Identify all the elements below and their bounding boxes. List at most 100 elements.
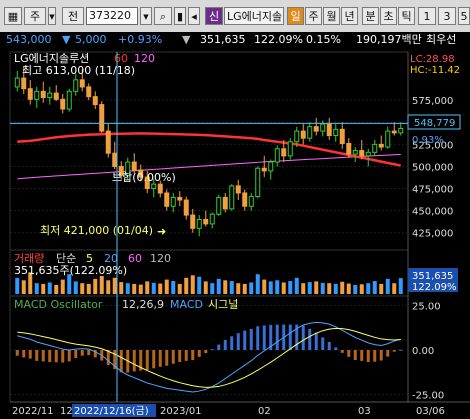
volume-bar	[164, 279, 169, 294]
more-button[interactable]: 5	[458, 7, 470, 25]
period-button-week[interactable]: 주	[305, 7, 322, 25]
candle-body	[255, 167, 261, 198]
macd-histogram-bar	[15, 350, 19, 356]
macd-histogram-bar	[347, 350, 351, 357]
macd-tick-label: 25.00	[412, 301, 441, 312]
candle-body	[385, 130, 391, 148]
candle-body	[53, 92, 59, 100]
volume-bar	[359, 284, 364, 294]
price-change: 5,000	[75, 33, 107, 46]
interval-3-button[interactable]: 3	[438, 7, 456, 25]
volume-bar	[210, 283, 215, 294]
period-button-year[interactable]: 년	[341, 7, 358, 25]
volume-ma60: 60	[128, 252, 142, 265]
interval-1-button[interactable]: 1	[418, 7, 436, 25]
period-button-month[interactable]: 월	[323, 7, 340, 25]
search-icon[interactable]: ⌕	[154, 7, 172, 25]
macd-histogram-bar	[48, 350, 52, 362]
price-tick-label: 500,000	[412, 162, 453, 173]
chevron-down-icon[interactable]: ▼	[48, 7, 56, 25]
candle-body	[92, 96, 98, 106]
volume-bar	[171, 281, 176, 294]
macd-histogram-bar	[399, 349, 403, 351]
candle-body	[209, 213, 215, 225]
current-pct-label: 0.93%	[412, 135, 444, 146]
macd-histogram-bar	[373, 350, 377, 362]
candle-body	[86, 86, 92, 98]
dropdown-icon[interactable]: ▼	[182, 32, 190, 48]
quote-bar: 543,000 ▼ 5,000 +0.93% ▼ 351,635 122.09%…	[0, 32, 470, 48]
period-button-day[interactable]: 일	[287, 7, 304, 25]
turnover-rate: 0.15%	[306, 33, 341, 46]
x-label-03: 03	[358, 406, 371, 417]
volume-bar	[275, 280, 280, 294]
macd-histogram-bar	[171, 350, 175, 364]
volume-bar	[158, 283, 163, 294]
period-button-minute[interactable]: 분	[362, 7, 379, 25]
period-button-tick[interactable]: 틱	[398, 7, 415, 25]
trade-amount: 190,197백만	[356, 33, 422, 46]
prev-icon[interactable]: ◂	[188, 7, 200, 25]
macd-histogram-bar	[165, 350, 169, 366]
macd-histogram-bar	[41, 350, 45, 362]
macd-histogram-bar	[22, 350, 26, 358]
price-tick-label: 450,000	[412, 207, 453, 218]
volume-bar	[268, 281, 273, 294]
volume-bar	[236, 283, 241, 294]
code-dropdown-icon[interactable]: ▼	[140, 7, 152, 25]
volume-bar	[60, 279, 65, 294]
candle-body	[281, 148, 287, 157]
x-label-02: 02	[258, 406, 271, 417]
macd-histogram-bar	[210, 349, 214, 351]
candle-body	[229, 185, 235, 210]
volume-bar	[333, 283, 338, 294]
x-label-12: 12	[60, 406, 73, 417]
macd-histogram-bar	[314, 332, 318, 350]
low-label: 최저 421,000 (01/04)	[40, 224, 153, 237]
macd-osc-title: MACD Oscillator	[14, 298, 103, 311]
macd-histogram-bar	[197, 350, 201, 357]
volume-bar	[197, 276, 202, 294]
volume-bar	[320, 282, 325, 294]
code-input[interactable]: 373220	[86, 7, 138, 25]
price-tick-label: 475,000	[412, 185, 453, 196]
candle-body	[352, 150, 358, 155]
stock-chart[interactable]: 575,000550,000525,000500,000475,000450,0…	[0, 48, 470, 419]
new-button[interactable]: 신	[205, 7, 223, 25]
stock-name-field[interactable]: LG에너지솔	[224, 7, 284, 25]
period-button-second[interactable]: 초	[380, 7, 397, 25]
list-icon[interactable]: ▮	[174, 7, 186, 25]
macd-histogram-bar	[366, 350, 370, 362]
volume-badge-pct: 122.09%	[412, 282, 457, 293]
grid-icon[interactable]: ▦	[4, 7, 22, 25]
macd-histogram-bar	[158, 350, 162, 367]
candle-body	[196, 218, 202, 229]
macd-histogram-bar	[145, 350, 149, 370]
macd-histogram-bar	[392, 350, 396, 352]
volume-bar	[229, 281, 234, 294]
macd-histogram-bar	[61, 350, 65, 363]
volume-bar	[314, 281, 319, 294]
candle-body	[320, 123, 326, 132]
volume-value-label: 351,635주(122.09%)	[14, 264, 127, 277]
volume-bar	[99, 276, 104, 294]
candle-body	[131, 161, 137, 171]
volume-bar	[216, 278, 221, 294]
candle-body	[73, 79, 79, 92]
volume-bar	[67, 274, 72, 294]
candle-body	[359, 150, 365, 157]
market-select[interactable]: 전	[62, 7, 84, 25]
macd-histogram-bar	[217, 344, 221, 350]
candle-body	[21, 77, 27, 90]
code-type-select[interactable]: 주	[24, 7, 46, 25]
volume-bar	[346, 283, 351, 294]
candle-body	[372, 143, 378, 153]
candle-body	[268, 161, 274, 172]
macd-histogram-bar	[243, 330, 247, 350]
macd-histogram-bar	[67, 350, 71, 362]
volume-ratio: 122.09%	[254, 33, 303, 46]
macd-histogram-bar	[87, 350, 91, 356]
candle-body	[398, 127, 404, 134]
macd-histogram-bar	[340, 350, 344, 353]
candle-body	[157, 183, 163, 194]
